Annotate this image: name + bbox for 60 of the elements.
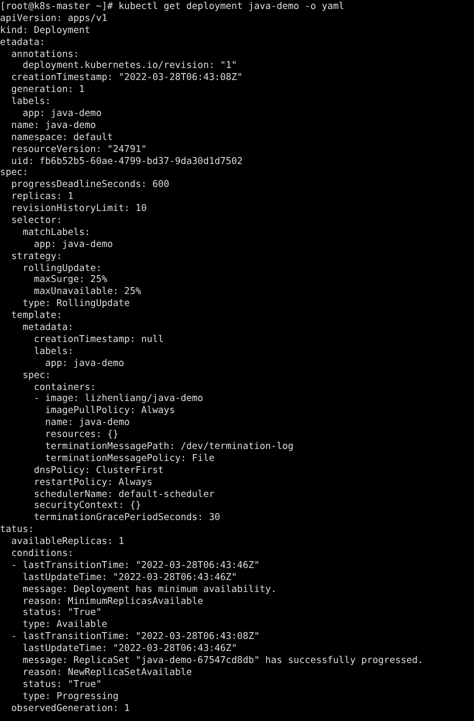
terminal-line: kind: Deployment	[0, 24, 90, 37]
terminal-line: tatus:	[0, 524, 34, 536]
terminal-line: creationTimestamp: null	[32, 334, 164, 346]
terminal-line: namespace: default	[10, 132, 113, 144]
terminal-line: spec:	[0, 167, 28, 180]
terminal-line: resources: {}	[44, 429, 119, 441]
terminal-line: name: java-demo	[44, 417, 130, 430]
terminal-line: status: "True"	[22, 678, 102, 691]
terminal-line: - image: lizhenliang/java-demo	[32, 393, 204, 406]
terminal-line: conditions:	[10, 548, 74, 560]
terminal-line: template:	[10, 310, 62, 322]
terminal-line: lastUpdateTime: "2022-03-28T06:43:46Z"	[22, 643, 238, 655]
terminal-line: replicas: 1	[10, 191, 74, 204]
terminal-line: app: java-demo	[22, 108, 102, 120]
terminal-line: restartPolicy: Always	[32, 476, 152, 489]
terminal-line: terminationGracePeriodSeconds: 30	[32, 512, 220, 524]
terminal-line: securityContext: {}	[32, 500, 142, 512]
terminal-line: apiVersion: apps/v1	[0, 12, 108, 25]
terminal-line: spec:	[22, 370, 51, 382]
terminal-line: metadata:	[22, 322, 74, 334]
terminal-line: reason: MinimumReplicasAvailable	[22, 596, 204, 608]
terminal-line: resourceVersion: "24791"	[10, 144, 147, 156]
terminal-line: imagePullPolicy: Always	[44, 405, 175, 418]
terminal-line: message: ReplicaSet "java-demo-67547cd8db" has successfully progressed.	[22, 654, 424, 667]
terminal-line: terminationMessagePath: /dev/termination-log	[44, 440, 294, 453]
terminal-line: app: java-demo	[32, 238, 113, 251]
terminal-line: type: RollingUpdate	[22, 298, 130, 310]
terminal-line: type: Available	[22, 619, 108, 632]
terminal-line: containers:	[32, 382, 96, 394]
terminal-line: revisionHistoryLimit: 10	[10, 203, 147, 216]
terminal-line: terminationMessagePolicy: File	[44, 452, 214, 465]
terminal-line: schedulerName: default-scheduler	[32, 488, 214, 500]
terminal-line: name: java-demo	[10, 120, 96, 132]
terminal-line: type: Progressing	[22, 690, 119, 703]
terminal-line: lastUpdateTime: "2022-03-28T06:43:46Z"	[22, 572, 238, 584]
terminal-line: - lastTransitionTime: "2022-03-28T06:43:08Z"	[10, 631, 260, 644]
terminal-line: labels:	[32, 346, 74, 358]
terminal-line: rollingUpdate:	[22, 262, 102, 274]
terminal-line: progressDeadlineSeconds: 600	[10, 179, 170, 192]
terminal-line: status: "True"	[22, 607, 102, 620]
terminal-line: - lastTransitionTime: "2022-03-28T06:43:46Z"	[10, 560, 260, 572]
terminal-line: deployment.kubernetes.io/revision: "1"	[22, 60, 238, 72]
terminal-line: observedGeneration: 1	[10, 702, 130, 714]
terminal-line: maxUnavailable: 25%	[32, 286, 142, 298]
terminal-line: message: Deployment has minimum availability.	[22, 584, 277, 596]
terminal-line: reason: NewReplicaSetAvailable	[22, 666, 192, 679]
terminal-line: annotations:	[10, 48, 80, 60]
terminal-line: maxSurge: 25%	[32, 274, 108, 286]
terminal-line: app: java-demo	[44, 358, 124, 370]
terminal-line: matchLabels:	[22, 226, 90, 239]
terminal-line: [root@k8s-master ~]# kubectl get deployment java-demo -o yaml	[0, 1, 344, 13]
terminal-line: etadata:	[0, 36, 46, 49]
terminal-line: labels:	[10, 96, 51, 108]
terminal-line: availableReplicas: 1	[10, 536, 124, 548]
terminal-line: dnsPolicy: ClusterFirst	[32, 464, 164, 477]
terminal-line: generation: 1	[10, 84, 85, 96]
terminal-line: creationTimestamp: "2022-03-28T06:43:08Z"	[10, 72, 243, 84]
terminal-line: strategy:	[10, 250, 62, 263]
terminal-line: selector:	[10, 215, 62, 227]
terminal-line: uid: fb6b52b5-60ae-4799-bd37-9da30d1d7502	[10, 156, 243, 168]
